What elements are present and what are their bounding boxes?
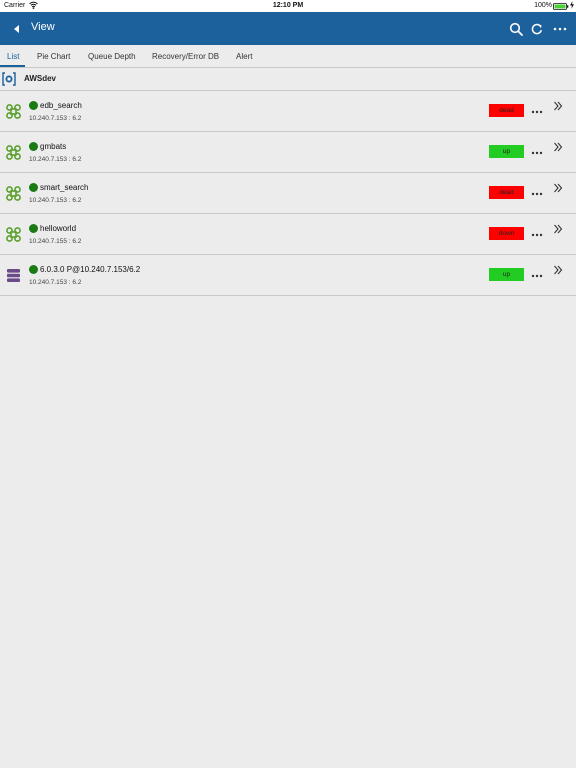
status-indicator-dot bbox=[29, 224, 38, 233]
tab-list[interactable]: List bbox=[7, 52, 19, 61]
group-name: AWSdev bbox=[24, 74, 57, 83]
group-header[interactable]: AWSdev bbox=[0, 68, 576, 91]
item-name: gmbats bbox=[40, 142, 67, 151]
chevron-left-icon bbox=[14, 25, 19, 33]
detail-button[interactable] bbox=[553, 99, 563, 111]
battery-percent: 100% bbox=[534, 2, 552, 9]
search-button[interactable] bbox=[508, 21, 524, 37]
item-address: 10.240.7.153 : 6.2 bbox=[29, 197, 82, 204]
item-name: 6.0.3.0 P@10.240.7.153/6.2 bbox=[40, 265, 141, 274]
tab-alert[interactable]: Alert bbox=[236, 52, 252, 61]
double-chevron-right-icon bbox=[554, 224, 563, 234]
tab-recovery-error-db[interactable]: Recovery/Error DB bbox=[152, 52, 219, 61]
more-button[interactable] bbox=[530, 185, 544, 196]
item-address: 10.240.7.155 : 6.2 bbox=[29, 238, 82, 245]
detail-button[interactable] bbox=[553, 263, 563, 275]
double-chevron-right-icon bbox=[554, 183, 563, 193]
detail-button[interactable] bbox=[553, 140, 563, 152]
back-button[interactable] bbox=[10, 21, 24, 37]
ellipsis-icon bbox=[531, 110, 543, 114]
more-button[interactable] bbox=[530, 144, 544, 155]
more-icon bbox=[553, 27, 567, 31]
database-icon bbox=[6, 268, 21, 283]
status-indicator-dot bbox=[29, 142, 38, 151]
status-bar: Carrier 12:10 PM 100% bbox=[0, 0, 576, 12]
more-button[interactable] bbox=[530, 103, 544, 114]
command-icon bbox=[6, 186, 21, 201]
clock: 12:10 PM bbox=[272, 2, 304, 9]
item-name: helloworld bbox=[40, 224, 77, 233]
command-icon bbox=[6, 145, 21, 160]
charging-icon bbox=[570, 1, 574, 11]
server-group-icon bbox=[2, 72, 16, 86]
more-options-button[interactable] bbox=[552, 21, 568, 37]
list-item[interactable]: smart_search 10.240.7.153 : 6.2 dead bbox=[0, 173, 576, 214]
tab-bar: List Pie Chart Queue Depth Recovery/Erro… bbox=[0, 45, 576, 68]
list-item[interactable]: helloworld 10.240.7.155 : 6.2 down bbox=[0, 214, 576, 255]
list-item[interactable]: edb_search 10.240.7.153 : 6.2 dead bbox=[0, 91, 576, 132]
item-address: 10.240.7.153 : 6.2 bbox=[29, 156, 82, 163]
ellipsis-icon bbox=[531, 274, 543, 278]
double-chevron-right-icon bbox=[554, 101, 563, 111]
item-address: 10.240.7.153 : 6.2 bbox=[29, 279, 82, 286]
navigation-bar: View bbox=[0, 12, 576, 45]
tab-pie-chart[interactable]: Pie Chart bbox=[37, 52, 70, 61]
active-tab-indicator bbox=[0, 65, 25, 67]
item-name: edb_search bbox=[40, 101, 82, 110]
refresh-button[interactable] bbox=[529, 21, 545, 37]
double-chevron-right-icon bbox=[554, 265, 563, 275]
list-item[interactable]: 6.0.3.0 P@10.240.7.153/6.2 10.240.7.153 … bbox=[0, 255, 576, 296]
more-button[interactable] bbox=[530, 226, 544, 237]
status-indicator-dot bbox=[29, 183, 38, 192]
status-badge: up bbox=[489, 145, 524, 158]
status-indicator-dot bbox=[29, 265, 38, 274]
more-button[interactable] bbox=[530, 267, 544, 278]
ellipsis-icon bbox=[531, 233, 543, 237]
status-badge: dead bbox=[489, 186, 524, 199]
command-icon bbox=[6, 227, 21, 242]
item-name: smart_search bbox=[40, 183, 89, 192]
ellipsis-icon bbox=[531, 192, 543, 196]
detail-button[interactable] bbox=[553, 181, 563, 193]
list-item[interactable]: gmbats 10.240.7.153 : 6.2 up bbox=[0, 132, 576, 173]
command-icon bbox=[6, 104, 21, 119]
tab-queue-depth[interactable]: Queue Depth bbox=[88, 52, 136, 61]
page-title: View bbox=[31, 21, 55, 33]
double-chevron-right-icon bbox=[554, 142, 563, 152]
status-badge: down bbox=[489, 227, 524, 240]
refresh-icon bbox=[531, 23, 543, 35]
status-badge: up bbox=[489, 268, 524, 281]
ellipsis-icon bbox=[531, 151, 543, 155]
item-address: 10.240.7.153 : 6.2 bbox=[29, 115, 82, 122]
status-indicator-dot bbox=[29, 101, 38, 110]
status-badge: dead bbox=[489, 104, 524, 117]
search-icon bbox=[509, 22, 523, 36]
battery-icon bbox=[553, 3, 569, 12]
detail-button[interactable] bbox=[553, 222, 563, 234]
